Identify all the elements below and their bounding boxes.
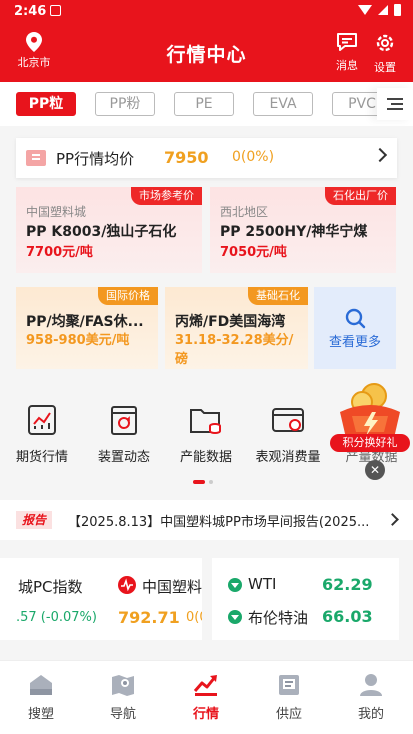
- category-tabs: PP粒 PP粉 PE EVA PVC: [0, 82, 413, 126]
- oil-name: 布伦特油: [248, 609, 309, 627]
- tab-pp-powder[interactable]: PP粉: [95, 92, 155, 116]
- down-arrow-icon: [228, 578, 242, 592]
- nav-navigation[interactable]: 导航: [93, 673, 153, 722]
- app-header: 2:46 北京市 行情中心 消息 设置: [0, 0, 413, 82]
- entry-capacity[interactable]: 产能数据: [166, 404, 246, 465]
- nav-label: 导航: [109, 707, 136, 722]
- price-card-factory[interactable]: 石化出厂价 西北地区 PP 2500HY/神华宁煤 7050元/吨: [210, 187, 396, 273]
- report-badge: 报告: [16, 511, 53, 529]
- card-product: PP K8003/独山子石化: [26, 224, 177, 240]
- card-tag: 市场参考价: [131, 187, 202, 205]
- nav-label: 供应: [275, 707, 302, 722]
- nav-label: 行情: [192, 707, 219, 722]
- battery-icon: [394, 4, 401, 16]
- average-price: 7950: [164, 148, 209, 167]
- entry-label: 装置动态: [97, 450, 150, 465]
- card-price: 7700元/吨: [26, 245, 93, 260]
- futures-chart-icon: [28, 405, 56, 435]
- signal-icon: [378, 5, 388, 15]
- message-label: 消息: [336, 59, 358, 72]
- price-card-petrochemical[interactable]: 基础石化 丙烯/FD美国海湾 31.18-32.28美分/ 磅: [165, 287, 308, 369]
- card-product: PP 2500HY/神华宁煤: [220, 224, 368, 240]
- index-change: .57 (-0.07%): [16, 610, 97, 625]
- oil-name: WTI: [248, 575, 277, 593]
- pulse-icon: [118, 576, 136, 594]
- card-source: 西北地区: [220, 205, 269, 219]
- average-change: 0(0%): [232, 149, 275, 165]
- home-icon: [30, 675, 52, 695]
- nav-profile[interactable]: 我的: [341, 673, 401, 722]
- entry-consumption[interactable]: 表观消费量: [248, 404, 328, 465]
- view-more-label: 查看更多: [328, 335, 381, 350]
- card-product: 丙烯/FD美国海湾: [175, 314, 286, 330]
- chevron-right-icon: [386, 513, 399, 526]
- report-text: 【2025.8.13】中国塑料城PP市场早间报告(2025...: [68, 515, 370, 530]
- index-panel-left[interactable]: 城PC指数 .57 (-0.07%) 中国塑料 792.71 0(0: [0, 558, 202, 640]
- supply-icon: [279, 675, 299, 695]
- card-source: 中国塑料城: [26, 205, 87, 219]
- pager-dot-active: [193, 480, 205, 484]
- bottom-nav: 搜塑 导航 行情 供应 我的: [0, 660, 413, 734]
- tab-pp-pellet[interactable]: PP粒: [16, 92, 76, 116]
- index-name: 城PC指数: [18, 578, 83, 596]
- notification-icon: [50, 5, 61, 16]
- status-bar: 2:46: [0, 0, 413, 24]
- card-price: 7050元/吨: [220, 245, 287, 260]
- down-arrow-icon: [228, 610, 242, 624]
- index-change: 0(0: [186, 610, 202, 625]
- message-icon: [337, 33, 357, 51]
- message-button[interactable]: 消息: [329, 32, 365, 73]
- oil-value: 62.29: [322, 575, 373, 594]
- price-card-international[interactable]: 国际价格 PP/均聚/FAS休... 958-980美元/吨: [16, 287, 158, 369]
- index-value: 792.71: [118, 608, 180, 627]
- entry-futures[interactable]: 期货行情: [2, 404, 82, 465]
- pager-dot: [209, 480, 213, 484]
- card-tag: 基础石化: [248, 287, 308, 305]
- nav-label: 我的: [357, 707, 384, 722]
- capacity-folder-icon: [190, 409, 221, 435]
- gear-icon: [376, 34, 394, 52]
- nav-supply[interactable]: 供应: [259, 673, 319, 722]
- price-tag-icon: [26, 150, 46, 166]
- settings-label: 设置: [374, 61, 396, 74]
- status-time: 2:46: [14, 4, 47, 19]
- entry-label: 期货行情: [15, 450, 68, 465]
- report-banner[interactable]: 报告 【2025.8.13】中国塑料城PP市场早间报告(2025...: [0, 500, 413, 540]
- search-icon: [345, 308, 366, 329]
- price-card-market[interactable]: 市场参考价 中国塑料城 PP K8003/独山子石化 7700元/吨: [16, 187, 202, 273]
- wifi-icon: [358, 5, 372, 15]
- nav-market[interactable]: 行情: [176, 673, 236, 722]
- chevron-right-icon: [372, 147, 388, 163]
- card-tag: 国际价格: [98, 287, 158, 305]
- index-panel-right[interactable]: WTI 62.29 布伦特油 66.03: [212, 558, 399, 640]
- status-indicators: [358, 4, 401, 16]
- settings-button[interactable]: 设置: [367, 32, 403, 75]
- tab-menu-button[interactable]: [377, 88, 413, 120]
- nav-home[interactable]: 搜塑: [11, 673, 71, 722]
- user-icon: [360, 674, 382, 696]
- average-price-bar[interactable]: PP行情均价 7950 0(0%): [16, 138, 397, 178]
- map-icon: [112, 675, 134, 696]
- device-status-icon: [111, 406, 137, 435]
- consumption-card-icon: [272, 408, 304, 432]
- tab-eva[interactable]: EVA: [253, 92, 313, 116]
- close-icon[interactable]: ✕: [365, 460, 385, 480]
- index-name: 中国塑料: [142, 578, 202, 596]
- view-more-button[interactable]: 查看更多: [314, 287, 396, 369]
- card-product: PP/均聚/FAS休...: [26, 314, 144, 330]
- oil-value: 66.03: [322, 607, 373, 626]
- promo-label[interactable]: 积分换好礼: [330, 434, 410, 452]
- entry-label: 表观消费量: [255, 450, 321, 465]
- tab-pe[interactable]: PE: [174, 92, 234, 116]
- card-price: 958-980美元/吨: [26, 333, 130, 348]
- chart-icon: [193, 675, 217, 696]
- card-tag: 石化出厂价: [325, 187, 396, 205]
- nav-label: 搜塑: [27, 707, 54, 722]
- average-title: PP行情均价: [56, 150, 135, 168]
- card-price-line1: 31.18-32.28美分/: [175, 333, 294, 348]
- entry-device[interactable]: 装置动态: [84, 404, 164, 465]
- entry-label: 产能数据: [179, 450, 232, 465]
- card-price: 31.18-32.28美分/ 磅: [175, 331, 293, 369]
- card-price-line2: 磅: [175, 352, 189, 367]
